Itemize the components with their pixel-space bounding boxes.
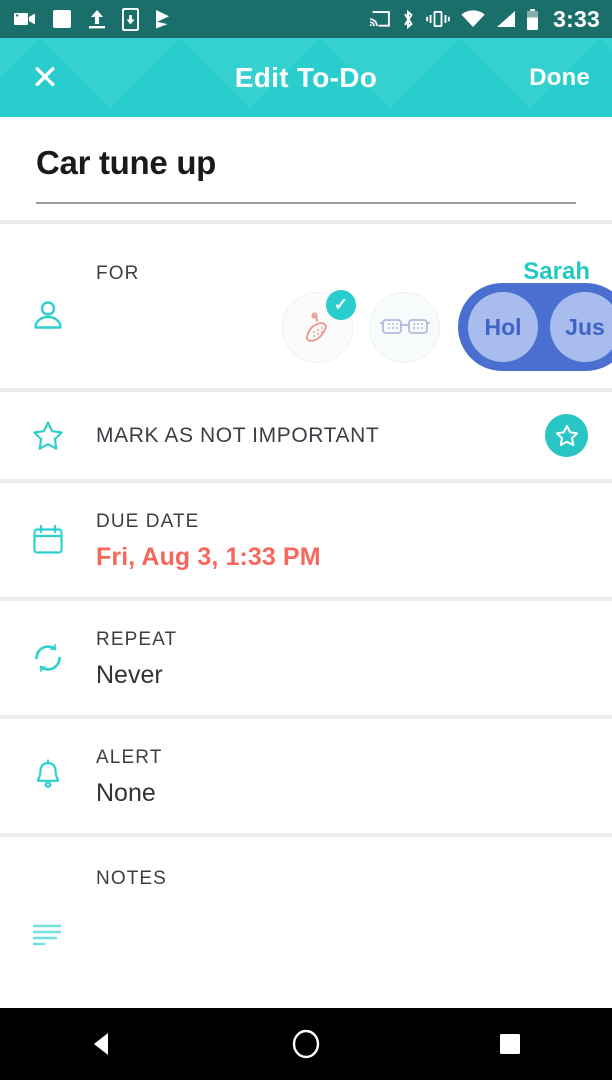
star-filled-badge-icon[interactable] [545, 414, 588, 457]
notes-lines-icon [0, 837, 96, 1020]
task-title-input[interactable]: Car tune up [36, 144, 576, 181]
battery-icon [526, 8, 539, 30]
watermelon-avatar[interactable]: ✓ [282, 289, 356, 363]
avatar-initials[interactable]: Hol [468, 292, 538, 362]
status-bar-left-icons [14, 7, 175, 31]
repeat-body: REPEAT Never [96, 627, 612, 690]
notes-body: NOTES [96, 837, 612, 1020]
app-bar: ✕ Edit To-Do Done [0, 38, 612, 117]
family-avatar-pill[interactable]: Hol Jus [458, 283, 612, 371]
repeat-label: REPEAT [96, 628, 178, 650]
mark-important-body: MARK AS NOT IMPORTANT [96, 414, 612, 457]
for-row-header: FOR Sarah [96, 224, 612, 286]
alert-value[interactable]: None [96, 779, 612, 808]
vibrate-icon [425, 10, 451, 28]
upload-icon [86, 8, 108, 30]
status-bar-clock: 3:33 [553, 5, 600, 32]
video-camera-icon [14, 10, 38, 28]
status-bar: 3:33 [0, 0, 612, 38]
notes-row[interactable]: NOTES [0, 837, 612, 1020]
screenshot-icon [52, 9, 72, 29]
back-triangle-icon[interactable] [42, 1008, 162, 1080]
for-row[interactable]: FOR Sarah ✓ Hol Jus [0, 224, 612, 388]
done-button[interactable]: Done [529, 64, 590, 92]
task-title-card: Car tune up [0, 117, 612, 220]
android-navigation-bar [0, 1008, 612, 1080]
avatar-initials[interactable]: Jus [550, 292, 612, 362]
task-title-underline [36, 202, 576, 205]
bluetooth-icon [401, 9, 415, 30]
recents-square-icon[interactable] [450, 1008, 570, 1080]
glasses-avatar[interactable] [369, 291, 440, 363]
repeat-icon [0, 641, 96, 675]
for-selected-name: Sarah [523, 258, 590, 285]
status-bar-right-icons: 3:33 [369, 6, 600, 33]
alert-row[interactable]: ALERT None [0, 719, 612, 833]
due-date-value[interactable]: Fri, Aug 3, 1:33 PM [96, 543, 612, 572]
notes-label: NOTES [96, 868, 167, 889]
wifi-icon [461, 10, 485, 28]
star-outline-icon [0, 419, 96, 453]
close-icon[interactable]: ✕ [16, 49, 74, 107]
for-label: FOR [96, 263, 140, 284]
repeat-row[interactable]: REPEAT Never [0, 601, 612, 715]
play-store-icon [153, 8, 175, 30]
phone-screen: 3:33 ✕ Edit To-Do Done Car tune up FOR S… [0, 0, 612, 1080]
home-circle-icon[interactable] [246, 1008, 366, 1080]
due-date-body: DUE DATE Fri, Aug 3, 1:33 PM [96, 509, 612, 572]
calendar-icon [0, 523, 96, 557]
for-row-body: FOR Sarah ✓ Hol Jus [96, 224, 612, 388]
mark-important-row[interactable]: MARK AS NOT IMPORTANT [0, 392, 612, 479]
due-date-label: DUE DATE [96, 510, 200, 532]
download-to-device-icon [122, 7, 139, 31]
person-icon [0, 224, 96, 388]
content-area: Car tune up FOR Sarah ✓ Hol Jus MARK AS … [0, 117, 612, 1020]
alert-body: ALERT None [96, 745, 612, 808]
page-title: Edit To-Do [234, 61, 378, 93]
avatar-selected-check-icon: ✓ [326, 289, 356, 320]
avatar-selector[interactable]: ✓ Hol Jus [96, 283, 612, 371]
due-date-row[interactable]: DUE DATE Fri, Aug 3, 1:33 PM [0, 483, 612, 597]
cast-icon [369, 10, 391, 28]
bell-icon [0, 759, 96, 793]
cellular-signal-icon [495, 10, 516, 28]
mark-important-label: MARK AS NOT IMPORTANT [96, 423, 380, 447]
alert-label: ALERT [96, 746, 163, 768]
repeat-value[interactable]: Never [96, 661, 612, 690]
